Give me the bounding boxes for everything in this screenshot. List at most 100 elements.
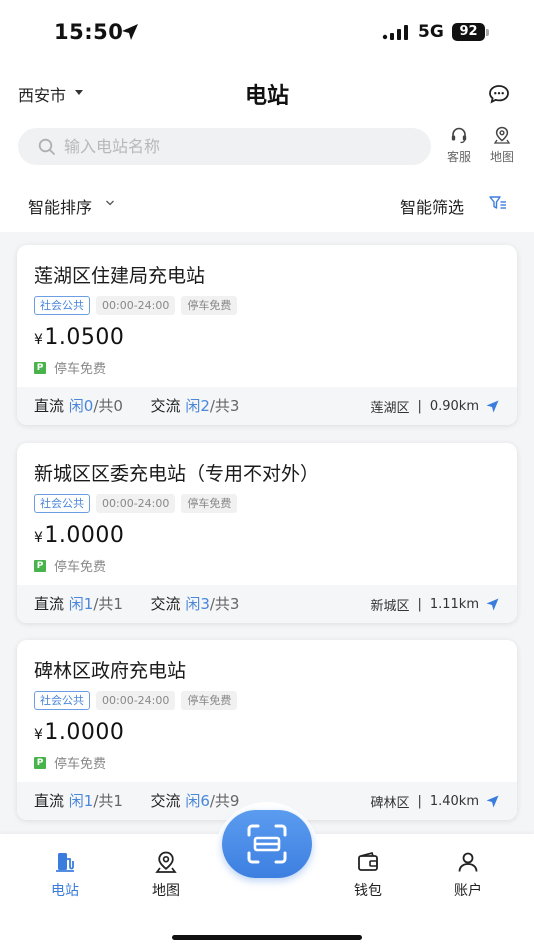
parking-text: 停车免费 [54,362,107,377]
district-label: 莲湖区 [370,401,410,416]
divider: | [417,794,422,809]
tab-station-label: 电站 [51,883,79,899]
customer-service-button[interactable]: 客服 [441,126,477,168]
distance-label: 1.40km [429,794,479,809]
tab-wallet[interactable]: 钱包 [338,850,398,900]
header: 西安市 电站 客服 地图 智能排序 智能筛选 [0,62,534,232]
map-shortcut-label: 地图 [489,150,514,164]
status-bar: 15:50 5G 92 [0,0,534,62]
station-name: 新城区区委充电站（专用不对外） [34,463,320,485]
user-icon [458,852,478,872]
divider: | [417,399,422,414]
charger-availability: 直流 闲0/共0 交流 闲2/共3 [34,395,239,416]
public-tag: 社会公共 [34,494,90,513]
filter-icon[interactable] [489,195,507,211]
battery-tip [486,29,489,36]
parking-info: P 停车免费 [34,753,106,772]
ac-free-count: 闲3 [185,595,210,613]
hours-tag: 00:00-24:00 [96,494,176,513]
parking-tag: 停车免费 [181,494,238,513]
station-distance[interactable]: 莲湖区 | 0.90km [370,397,499,416]
station-tags: 社会公共 00:00-24:00 停车免费 [34,691,238,710]
scan-icon [247,824,287,864]
tab-map[interactable]: 地图 [136,850,196,900]
station-tags: 社会公共 00:00-24:00 停车免费 [34,296,238,315]
station-price: ¥1.0000 [34,523,124,548]
station-card[interactable]: 莲湖区住建局充电站 社会公共 00:00-24:00 停车免费 ¥1.0500 … [17,245,517,425]
station-price: ¥1.0500 [34,325,124,350]
chevron-down-icon[interactable] [105,199,115,207]
charger-availability: 直流 闲1/共1 交流 闲6/共9 [34,790,239,811]
hours-tag: 00:00-24:00 [96,296,176,315]
signal-icon [382,25,408,40]
station-icon [56,853,74,872]
parking-text: 停车免费 [54,560,107,575]
map-pin-icon [155,851,177,873]
tab-account[interactable]: 账户 [438,850,498,900]
parking-info: P 停车免费 [34,358,106,377]
dc-label: 直流 [34,792,65,810]
ac-free-count: 闲6 [185,792,210,810]
smart-sort-dropdown[interactable]: 智能排序 [28,194,92,218]
price-value: 1.0000 [44,523,125,548]
network-type: 5G [418,22,444,42]
map-shortcut-button[interactable]: 地图 [484,126,520,168]
charger-availability: 直流 闲1/共1 交流 闲3/共3 [34,593,239,614]
tab-station[interactable]: 电站 [35,850,95,900]
station-name: 碑林区政府充电站 [34,660,187,682]
ac-total-count: /共3 [209,595,240,613]
dc-label: 直流 [34,595,65,613]
dc-free-count: 闲0 [68,397,94,415]
navigate-icon[interactable] [486,795,499,808]
ac-label: 交流 [150,792,181,810]
currency-symbol: ¥ [34,727,44,743]
dc-free-count: 闲1 [68,595,94,613]
distance-label: 1.11km [429,597,479,612]
headset-icon [451,127,467,144]
ac-total-count: /共3 [209,397,240,415]
ac-label: 交流 [150,397,181,415]
price-value: 1.0500 [44,325,125,350]
divider: | [417,597,422,612]
parking-info: P 停车免费 [34,556,106,575]
search-input[interactable] [64,128,414,165]
tab-wallet-label: 钱包 [354,883,382,899]
dc-total-count: /共0 [93,397,123,415]
wallet-icon [358,851,378,871]
station-distance[interactable]: 碑林区 | 1.40km [370,792,499,811]
ac-free-count: 闲2 [185,397,210,415]
location-arrow-icon [122,24,138,40]
station-card[interactable]: 碑林区政府充电站 社会公共 00:00-24:00 停车免费 ¥1.0000 P… [17,640,517,820]
price-value: 1.0000 [44,720,125,745]
battery-icon: 92 [452,23,485,41]
station-distance[interactable]: 新城区 | 1.11km [370,595,499,614]
station-tags: 社会公共 00:00-24:00 停车免费 [34,494,238,513]
district-label: 碑林区 [370,796,410,811]
search-bar[interactable] [18,128,431,165]
parking-text: 停车免费 [54,757,107,772]
tab-account-label: 账户 [454,883,482,899]
navigate-icon[interactable] [486,400,499,413]
card-footer: 直流 闲0/共0 交流 闲2/共3 莲湖区 | 0.90km [17,387,517,425]
dc-label: 直流 [34,397,65,415]
status-time: 15:50 [54,20,124,44]
currency-symbol: ¥ [34,530,44,546]
ac-total-count: /共9 [209,792,240,810]
hours-tag: 00:00-24:00 [96,691,176,710]
dc-free-count: 闲1 [68,792,94,810]
public-tag: 社会公共 [34,296,90,315]
chat-bubble-icon[interactable] [488,84,510,104]
station-card[interactable]: 新城区区委充电站（专用不对外） 社会公共 00:00-24:00 停车免费 ¥1… [17,443,517,623]
ac-label: 交流 [150,595,181,613]
parking-p-icon: P [34,756,46,769]
dc-total-count: /共1 [93,792,123,810]
card-footer: 直流 闲1/共1 交流 闲3/共3 新城区 | 1.11km [17,585,517,623]
currency-symbol: ¥ [34,332,44,348]
map-pin-icon [493,126,511,144]
scan-button[interactable] [222,810,312,878]
page-title: 电站 [244,84,289,109]
tab-map-label: 地图 [152,883,180,899]
smart-filter-button[interactable]: 智能筛选 [400,194,464,218]
parking-p-icon: P [34,361,46,374]
navigate-icon[interactable] [486,598,499,611]
